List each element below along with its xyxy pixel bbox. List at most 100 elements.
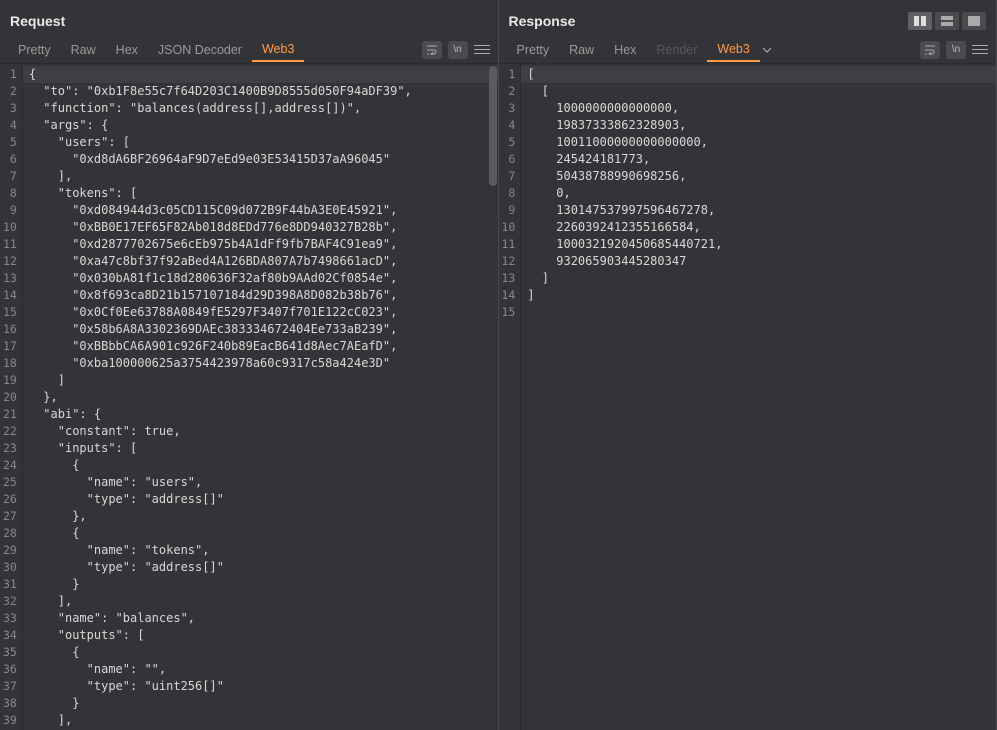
tab-hex[interactable]: Hex	[106, 39, 148, 61]
code-line: ],	[29, 168, 492, 185]
line-number: 39	[3, 712, 17, 729]
line-number: 34	[3, 627, 17, 644]
line-number: 1	[3, 66, 17, 83]
line-number: 23	[3, 440, 17, 457]
line-number: 38	[3, 695, 17, 712]
line-number: 26	[3, 491, 17, 508]
code-line: [	[527, 83, 990, 100]
code-line: "inputs": [	[29, 440, 492, 457]
tab-raw-resp[interactable]: Raw	[559, 39, 604, 61]
code-line: "0xd2877702675e6cEb975b4A1dFf9fb7BAF4C91…	[29, 236, 492, 253]
code-line: 0,	[527, 185, 990, 202]
tab-pretty[interactable]: Pretty	[8, 39, 61, 61]
line-number: 7	[502, 168, 516, 185]
line-number: 12	[3, 253, 17, 270]
code-line: "constant": true,	[29, 423, 492, 440]
code-line: 932065903445280347	[527, 253, 990, 270]
code-line: "abi": {	[29, 406, 492, 423]
response-title: Response	[509, 13, 576, 29]
code-line: "users": [	[29, 134, 492, 151]
code-line: "type": "address[]"	[29, 559, 492, 576]
line-number: 8	[502, 185, 516, 202]
menu-icon-resp[interactable]	[972, 43, 988, 57]
response-panel: Response Pretty Raw Hex Render Web3 \n	[499, 0, 997, 730]
line-number: 9	[3, 202, 17, 219]
line-number: 13	[3, 270, 17, 287]
chevron-down-icon[interactable]	[762, 43, 776, 57]
line-number: 33	[3, 610, 17, 627]
code-line: "name": "tokens",	[29, 542, 492, 559]
tab-pretty-resp[interactable]: Pretty	[507, 39, 560, 61]
line-number: 9	[502, 202, 516, 219]
code-line: 10003219204506​85440721,	[527, 236, 990, 253]
line-number: 5	[3, 134, 17, 151]
code-line: "0xd084944d3c05CD115C09d072B9F44bA3E0E45…	[29, 202, 492, 219]
request-code[interactable]: { "to": "0xb1F8e55c7f64D203C1400B9D8555d…	[23, 64, 498, 730]
code-line: ]	[29, 372, 492, 389]
code-line	[527, 304, 990, 321]
response-header: Response	[499, 0, 997, 36]
line-number: 32	[3, 593, 17, 610]
tab-render-resp[interactable]: Render	[646, 39, 707, 61]
line-number: 14	[3, 287, 17, 304]
code-line: 19837333862328903,	[527, 117, 990, 134]
request-tab-tools: \n	[422, 41, 490, 59]
layout-vertical-button[interactable]	[908, 12, 932, 30]
code-line: "0x8f693ca8D21b157107184d29D398A8D082b38…	[29, 287, 492, 304]
request-code-area: 1234567891011121314151617181920212223242…	[0, 64, 498, 730]
code-line: "0xa47c8bf37f92aBed4A126BDA807A7b7498661…	[29, 253, 492, 270]
code-line: "type": "uint256[]"	[29, 678, 492, 695]
response-tabs: Pretty Raw Hex Render Web3 \n	[499, 36, 997, 64]
line-number: 29	[3, 542, 17, 559]
code-line: [	[521, 66, 996, 83]
line-number: 24	[3, 457, 17, 474]
code-line: "name": "balances",	[29, 610, 492, 627]
tab-web3-resp[interactable]: Web3	[707, 38, 759, 62]
line-number: 10	[502, 219, 516, 236]
line-number: 6	[502, 151, 516, 168]
line-number: 13	[502, 270, 516, 287]
tab-raw[interactable]: Raw	[61, 39, 106, 61]
line-number: 7	[3, 168, 17, 185]
layout-horizontal-button[interactable]	[935, 12, 959, 30]
layout-single-icon	[967, 15, 981, 27]
code-line: 130147537997596467278,	[527, 202, 990, 219]
line-number: 2	[502, 83, 516, 100]
layout-single-button[interactable]	[962, 12, 986, 30]
code-line: "function": "balances(address[],address[…	[29, 100, 492, 117]
request-gutter: 1234567891011121314151617181920212223242…	[0, 64, 23, 730]
code-line: "0xBB0E17EF65F82Ab018d8EDd776e8DD940327B…	[29, 219, 492, 236]
line-number: 12	[502, 253, 516, 270]
newline-button[interactable]: \n	[448, 41, 468, 59]
line-number: 2	[3, 83, 17, 100]
code-line: 50438788990698256,	[527, 168, 990, 185]
wrap-icon	[924, 45, 936, 55]
code-line: "type": "address[]"	[29, 491, 492, 508]
code-line: "name": "",	[29, 661, 492, 678]
line-number: 37	[3, 678, 17, 695]
line-number: 6	[3, 151, 17, 168]
line-number: 35	[3, 644, 17, 661]
response-code[interactable]: [ [ 1000000000000000, 19837333862328903,…	[521, 64, 996, 730]
newline-button-resp[interactable]: \n	[946, 41, 966, 59]
wrap-button[interactable]	[422, 41, 442, 59]
request-tabs: Pretty Raw Hex JSON Decoder Web3 \n	[0, 36, 498, 64]
layout-vertical-icon	[913, 15, 927, 27]
request-scrollbar[interactable]	[489, 66, 497, 186]
line-number: 11	[3, 236, 17, 253]
code-line: "args": {	[29, 117, 492, 134]
line-number: 17	[3, 338, 17, 355]
code-line: 245424181773,	[527, 151, 990, 168]
tab-json-decoder[interactable]: JSON Decoder	[148, 39, 252, 61]
line-number: 30	[3, 559, 17, 576]
code-line: ]	[527, 287, 990, 304]
line-number: 18	[3, 355, 17, 372]
layout-buttons	[908, 12, 986, 30]
menu-icon[interactable]	[474, 43, 490, 57]
wrap-button-resp[interactable]	[920, 41, 940, 59]
tab-hex-resp[interactable]: Hex	[604, 39, 646, 61]
line-number: 8	[3, 185, 17, 202]
line-number: 14	[502, 287, 516, 304]
response-gutter: 123456789101112131415	[499, 64, 522, 730]
tab-web3[interactable]: Web3	[252, 38, 304, 62]
